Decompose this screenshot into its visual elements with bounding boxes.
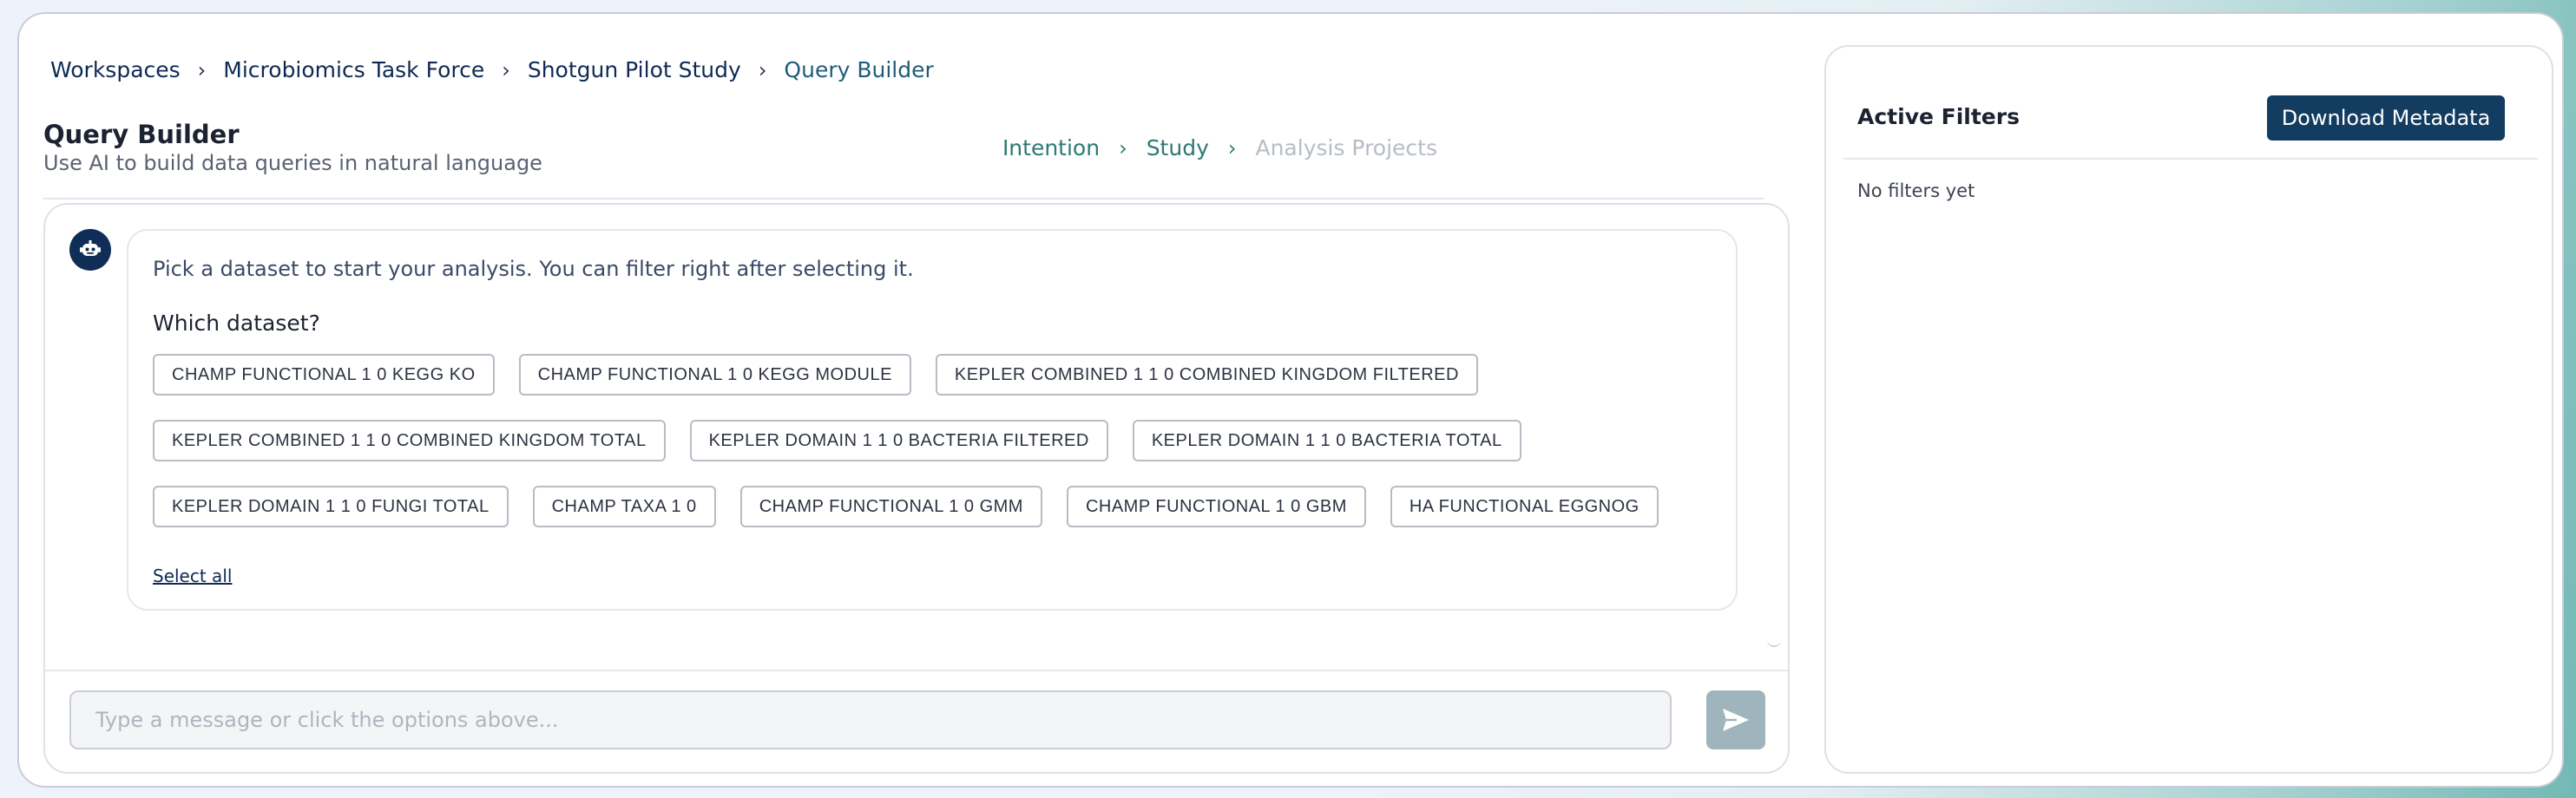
dataset-option-ha-functional-eggnog[interactable]: HA FUNCTIONAL EGGNOG bbox=[1390, 486, 1659, 527]
option-row: KEPLER DOMAIN 1 1 0 FUNGI TOTAL CHAMP TA… bbox=[153, 486, 1715, 527]
robot-icon bbox=[69, 229, 111, 271]
dataset-option-champ-functional-gmm[interactable]: CHAMP FUNCTIONAL 1 0 GMM bbox=[739, 486, 1042, 527]
dataset-option-kepler-combined-kingdom-total[interactable]: KEPLER COMBINED 1 1 0 COMBINED KINGDOM T… bbox=[153, 420, 666, 461]
dataset-option-champ-taxa[interactable]: CHAMP TAXA 1 0 bbox=[532, 486, 716, 527]
dataset-option-kepler-domain-fungi-total[interactable]: KEPLER DOMAIN 1 1 0 FUNGI TOTAL bbox=[153, 486, 509, 527]
dataset-question: Which dataset? bbox=[153, 311, 320, 336]
assistant-message-text: Pick a dataset to start your analysis. Y… bbox=[153, 257, 914, 281]
breadcrumb-shotgun-pilot-study[interactable]: Shotgun Pilot Study bbox=[528, 57, 741, 82]
no-filters-text: No filters yet bbox=[1857, 180, 1975, 201]
option-row: CHAMP FUNCTIONAL 1 0 KEGG KO CHAMP FUNCT… bbox=[153, 354, 1715, 396]
step-analysis-projects: Analysis Projects bbox=[1255, 135, 1437, 160]
chevron-right-icon: › bbox=[1119, 135, 1127, 160]
dataset-option-kepler-domain-bacteria-total[interactable]: KEPLER DOMAIN 1 1 0 BACTERIA TOTAL bbox=[1132, 420, 1521, 461]
scroll-handle[interactable] bbox=[1767, 638, 1781, 647]
send-icon bbox=[1723, 709, 1749, 731]
dataset-option-champ-functional-kegg-ko[interactable]: CHAMP FUNCTIONAL 1 0 KEGG KO bbox=[153, 354, 495, 396]
progress-steps: Intention › Study › Analysis Projects bbox=[1002, 135, 1437, 160]
dataset-option-champ-functional-kegg-module[interactable]: CHAMP FUNCTIONAL 1 0 KEGG MODULE bbox=[518, 354, 911, 396]
input-divider bbox=[45, 670, 1788, 671]
active-filters-title: Active Filters bbox=[1857, 104, 2020, 129]
breadcrumb-workspaces[interactable]: Workspaces bbox=[50, 57, 181, 82]
chevron-right-icon: › bbox=[197, 57, 207, 82]
send-button[interactable] bbox=[1706, 690, 1765, 749]
breadcrumb-current: Query Builder bbox=[784, 57, 934, 82]
step-intention[interactable]: Intention bbox=[1002, 135, 1100, 160]
active-filters-panel: Active Filters Download Metadata No filt… bbox=[1824, 45, 2553, 774]
app-window: Workspaces › Microbiomics Task Force › S… bbox=[17, 12, 2564, 788]
breadcrumb: Workspaces › Microbiomics Task Force › S… bbox=[50, 57, 934, 82]
breadcrumb-microbiomics-task-force[interactable]: Microbiomics Task Force bbox=[223, 57, 484, 82]
chat-panel: Pick a dataset to start your analysis. Y… bbox=[43, 203, 1790, 774]
message-input[interactable] bbox=[69, 690, 1672, 749]
dataset-option-kepler-combined-kingdom-filtered[interactable]: KEPLER COMBINED 1 1 0 COMBINED KINGDOM F… bbox=[935, 354, 1478, 396]
page-title: Query Builder bbox=[43, 120, 240, 149]
chevron-right-icon: › bbox=[758, 57, 767, 82]
dataset-option-kepler-domain-bacteria-filtered[interactable]: KEPLER DOMAIN 1 1 0 BACTERIA FILTERED bbox=[689, 420, 1108, 461]
page-subtitle: Use AI to build data queries in natural … bbox=[43, 151, 542, 175]
filters-divider bbox=[1843, 158, 2538, 160]
dataset-option-champ-functional-gbm[interactable]: CHAMP FUNCTIONAL 1 0 GBM bbox=[1066, 486, 1366, 527]
chevron-right-icon: › bbox=[502, 57, 510, 82]
chevron-right-icon: › bbox=[1227, 135, 1237, 160]
select-all-link[interactable]: Select all bbox=[153, 566, 232, 586]
download-metadata-button[interactable]: Download Metadata bbox=[2267, 95, 2505, 141]
option-row: KEPLER COMBINED 1 1 0 COMBINED KINGDOM T… bbox=[153, 420, 1715, 461]
assistant-message: Pick a dataset to start your analysis. Y… bbox=[127, 229, 1738, 611]
header-divider bbox=[43, 198, 1764, 200]
dataset-options: CHAMP FUNCTIONAL 1 0 KEGG KO CHAMP FUNCT… bbox=[153, 354, 1715, 552]
step-study[interactable]: Study bbox=[1147, 135, 1209, 160]
